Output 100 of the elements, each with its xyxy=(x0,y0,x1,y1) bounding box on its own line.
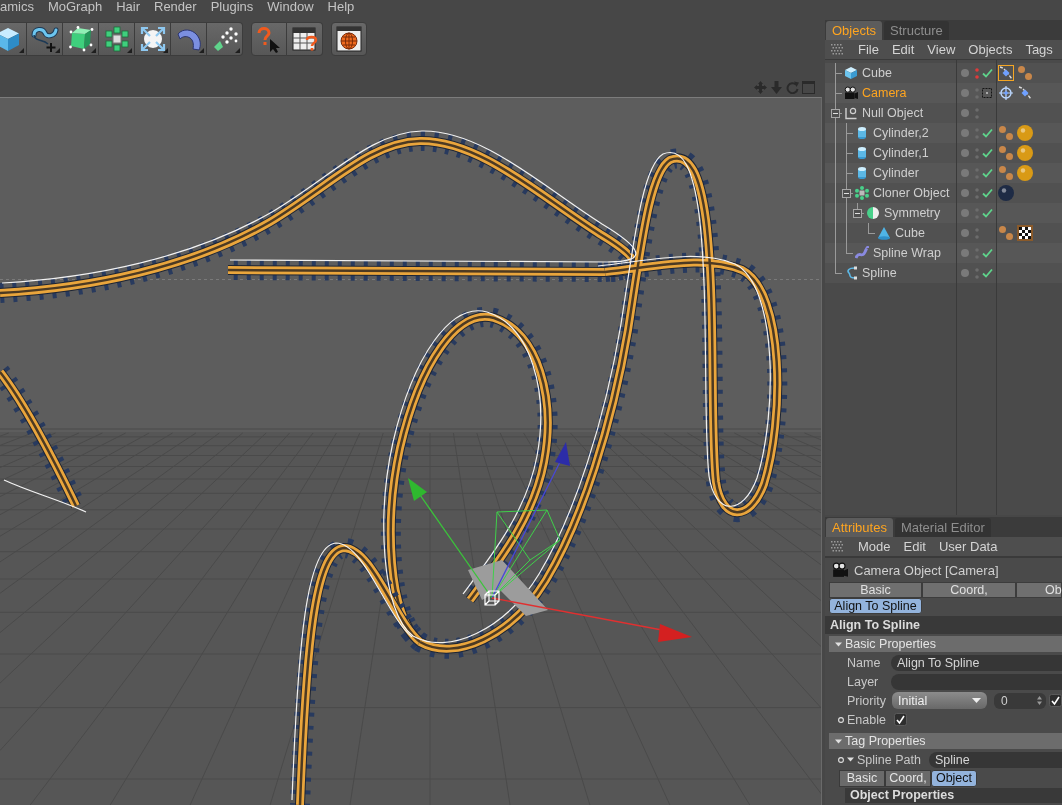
menu-item[interactable]: Tags xyxy=(1025,42,1053,57)
check-icon[interactable] xyxy=(982,168,993,178)
curve-icon xyxy=(844,266,858,280)
menu-item[interactable]: MoGraph xyxy=(47,0,103,15)
toolbar-button[interactable] xyxy=(135,22,171,56)
section-header: Object Properties xyxy=(845,788,1062,803)
check-icon[interactable] xyxy=(982,148,993,158)
collapse-box-icon[interactable] xyxy=(853,208,862,218)
disclosure-triangle-icon[interactable] xyxy=(835,640,842,648)
checkbox[interactable] xyxy=(1049,694,1062,707)
grip-icon[interactable] xyxy=(831,540,843,553)
layer-circle-icon xyxy=(961,249,969,257)
menu-item[interactable]: Help xyxy=(327,0,355,15)
toolbar-button[interactable] xyxy=(251,22,287,56)
check-icon[interactable] xyxy=(982,208,993,218)
visibility-dots-icon[interactable] xyxy=(975,67,979,79)
cylinder-icon xyxy=(855,146,869,160)
text-field[interactable]: Align To Spline xyxy=(891,654,1062,671)
menu-item[interactable]: Plugins xyxy=(210,0,254,15)
tab[interactable]: Coord, xyxy=(885,770,931,787)
wave-icon xyxy=(855,246,869,260)
collapse-box-icon[interactable] xyxy=(831,108,840,118)
menu-item[interactable]: Hair xyxy=(116,0,140,15)
keyframe-circle-icon[interactable] xyxy=(838,716,844,723)
ball-pair-icon[interactable] xyxy=(1017,65,1033,81)
check-icon[interactable] xyxy=(982,128,993,138)
tab[interactable]: Attributes xyxy=(826,518,893,537)
link-field[interactable]: Spline xyxy=(928,751,1062,768)
check-icon[interactable] xyxy=(982,188,993,198)
tab[interactable]: Coord, xyxy=(922,582,1016,598)
toolbar-button[interactable] xyxy=(27,22,63,56)
menu-item[interactable]: Edit xyxy=(903,539,926,554)
field-label: Enable xyxy=(847,712,886,727)
check-icon[interactable] xyxy=(982,248,993,258)
grip-icon[interactable] xyxy=(831,43,843,56)
disclosure-triangle-icon[interactable] xyxy=(835,737,842,745)
toolbar-button[interactable] xyxy=(99,22,135,56)
sphere-icon[interactable] xyxy=(1017,165,1033,181)
sphere-icon[interactable] xyxy=(998,185,1014,201)
field-label: Name xyxy=(847,655,881,670)
camera-icon xyxy=(844,86,858,100)
tab[interactable]: Objects xyxy=(826,21,883,40)
curve-pen-icon xyxy=(30,25,59,53)
tab[interactable]: Basic xyxy=(829,582,922,598)
toolbar-button[interactable] xyxy=(287,22,323,56)
tab[interactable]: Ob xyxy=(1016,582,1062,598)
cage-cube-icon xyxy=(66,25,95,53)
layer-circle-icon xyxy=(961,229,969,237)
check-icon[interactable] xyxy=(982,268,993,278)
curve-diamond-icon[interactable] xyxy=(1017,85,1033,101)
menu-item[interactable]: Window xyxy=(267,0,314,15)
toolbar-button[interactable] xyxy=(207,22,243,56)
collapse-box-icon[interactable] xyxy=(842,188,851,198)
half-circle-icon xyxy=(866,206,880,220)
field-label: Priority xyxy=(847,693,886,708)
toolbar-button[interactable] xyxy=(331,22,367,56)
cube-icon xyxy=(0,25,20,53)
expand-arrows-icon xyxy=(138,25,167,53)
sphere-icon[interactable] xyxy=(1017,145,1033,161)
layer-circle-icon xyxy=(961,169,969,177)
menu-item[interactable]: File xyxy=(858,42,879,57)
sphere-icon[interactable] xyxy=(1017,125,1033,141)
tab[interactable]: Align To Spline xyxy=(829,598,922,614)
menu-item[interactable]: Objects xyxy=(968,42,1013,57)
menu-item[interactable]: View xyxy=(927,42,956,57)
x-axis-arrow[interactable] xyxy=(491,597,692,642)
ball-pair-icon[interactable] xyxy=(998,125,1014,141)
checkbox[interactable] xyxy=(893,713,907,726)
globe-icon xyxy=(335,25,363,53)
menu-item[interactable]: Render xyxy=(154,0,197,15)
number-field[interactable]: 0 xyxy=(994,692,1046,709)
dotted-square-icon[interactable] xyxy=(982,88,992,98)
cylinder-icon xyxy=(855,126,869,140)
tab[interactable]: Basic xyxy=(839,770,885,787)
menu-item[interactable]: User Data xyxy=(938,539,998,554)
disclosure-triangle-icon[interactable] xyxy=(847,756,854,763)
curve-diamond-icon[interactable] xyxy=(998,65,1014,81)
field-label: Layer xyxy=(847,674,879,689)
group-header[interactable]: Tag Properties xyxy=(829,733,1062,749)
object-list-item[interactable]: Spline xyxy=(825,263,957,283)
tab[interactable]: Material Editor xyxy=(894,518,991,537)
toolbar-button[interactable] xyxy=(0,22,27,56)
ball-pair-icon[interactable] xyxy=(998,145,1014,161)
group-header[interactable]: Basic Properties xyxy=(829,636,1062,652)
tab[interactable]: Object xyxy=(931,770,977,787)
keyframe-circle-icon[interactable] xyxy=(838,756,844,763)
ball-pair-icon[interactable] xyxy=(998,165,1014,181)
origin-cube[interactable] xyxy=(484,590,500,606)
menu-item[interactable]: amics xyxy=(0,0,34,15)
menu-item[interactable]: Edit xyxy=(891,42,915,57)
menu-item[interactable]: Mode xyxy=(858,539,891,554)
checker-icon[interactable] xyxy=(1017,225,1033,241)
crosshair-icon[interactable] xyxy=(998,85,1014,101)
tab[interactable]: Structure xyxy=(884,21,949,40)
toolbar-button[interactable] xyxy=(63,22,99,56)
y-axis-arrow[interactable] xyxy=(408,478,493,599)
z-axis-arrow[interactable] xyxy=(491,442,570,599)
check-icon[interactable] xyxy=(982,68,993,78)
dropdown[interactable]: Initial xyxy=(892,692,987,709)
spinner-icon[interactable] xyxy=(1037,696,1042,705)
